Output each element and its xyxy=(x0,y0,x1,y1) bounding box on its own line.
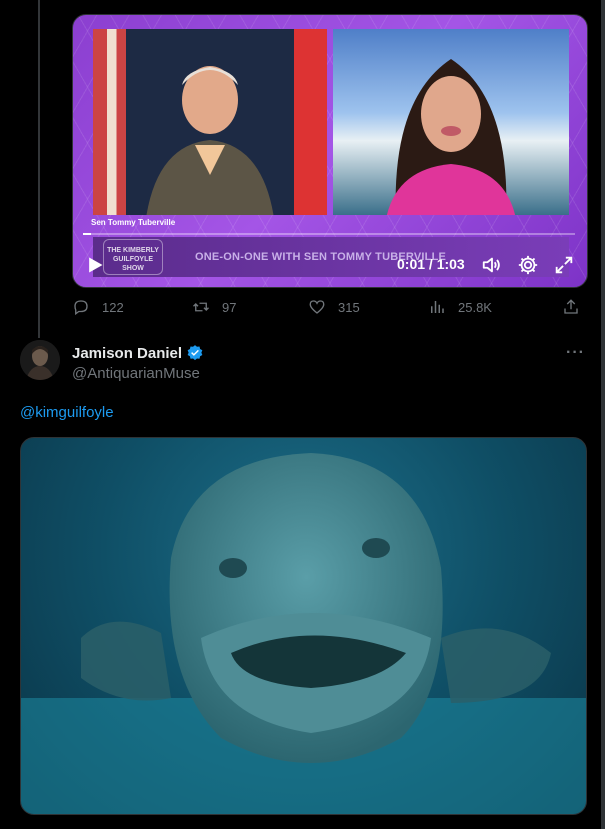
verified-icon xyxy=(187,345,203,361)
video-right-panel xyxy=(333,29,569,215)
like-icon xyxy=(309,300,325,314)
reply-button[interactable]: 122 xyxy=(72,298,124,316)
avatar[interactable] xyxy=(20,340,60,380)
author-name-row: Jamison Daniel xyxy=(72,344,204,362)
reply-count: 122 xyxy=(102,299,124,315)
fish-image xyxy=(21,453,586,814)
scrollbar-gutter xyxy=(601,0,605,829)
video-name-caption: Sen Tommy Tuberville xyxy=(91,218,176,227)
video-player[interactable]: Sen Tommy Tuberville THE KIMBERLY GUILFO… xyxy=(72,14,588,288)
guest-figure xyxy=(146,66,274,215)
share-icon xyxy=(564,299,578,314)
attached-photo[interactable] xyxy=(20,437,587,815)
retweet-button[interactable]: 97 xyxy=(192,298,236,316)
play-icon[interactable] xyxy=(85,255,105,275)
host-figure xyxy=(387,59,515,215)
more-icon[interactable]: ··· xyxy=(566,344,586,361)
video-progress-fill xyxy=(83,233,91,235)
video-time: 0:01 / 1:03 xyxy=(397,256,465,272)
like-count: 315 xyxy=(338,299,360,315)
share-button[interactable] xyxy=(562,298,580,316)
display-name[interactable]: Jamison Daniel xyxy=(72,345,182,362)
show-logo: THE KIMBERLY GUILFOYLE SHOW xyxy=(103,239,163,275)
retweet-count: 97 xyxy=(222,299,237,315)
thread-connector xyxy=(38,0,40,338)
author-handle[interactable]: @AntiquarianMuse xyxy=(72,365,200,382)
avatar-image xyxy=(20,340,60,380)
video-progress-bar[interactable] xyxy=(83,233,575,235)
views-icon xyxy=(431,301,444,313)
mention-link[interactable]: @kimguilfoyle xyxy=(20,404,114,421)
like-button[interactable]: 315 xyxy=(308,298,360,316)
settings-icon[interactable] xyxy=(517,254,539,276)
reply-icon xyxy=(74,300,88,316)
tweet-action-bar: 122 97 315 25.8K xyxy=(72,298,586,322)
views-count: 25.8K xyxy=(458,299,492,315)
volume-icon[interactable] xyxy=(481,254,503,276)
fullscreen-icon[interactable] xyxy=(553,254,575,276)
views-button[interactable]: 25.8K xyxy=(428,298,492,316)
video-left-panel xyxy=(93,29,327,215)
retweet-icon xyxy=(193,302,209,312)
